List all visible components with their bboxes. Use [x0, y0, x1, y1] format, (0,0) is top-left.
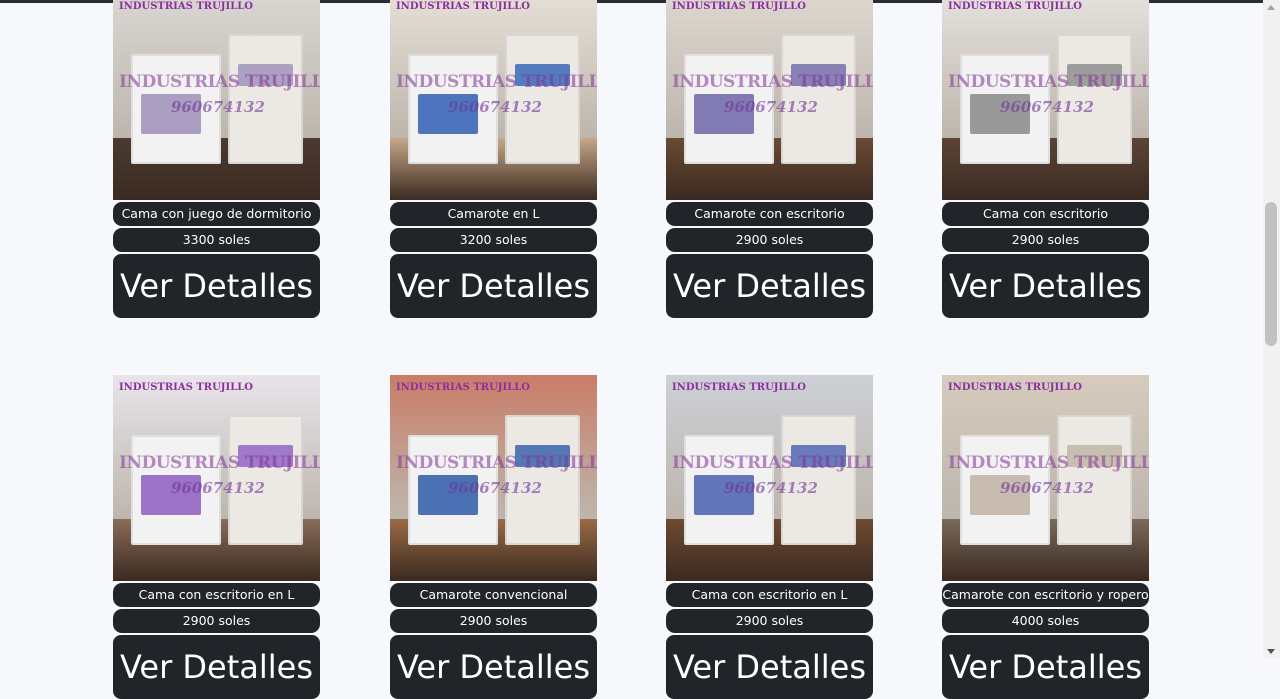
view-details-button[interactable]: Ver Detalles: [666, 254, 873, 318]
product-price: 2900 soles: [390, 609, 597, 633]
watermark-brand-small: INDUSTRIAS TRUJILLO: [119, 382, 253, 393]
product-card: INDUSTRIAS TRUJILLO INDUSTRIAS TRUJILLO …: [113, 0, 320, 318]
product-image[interactable]: INDUSTRIAS TRUJILLO INDUSTRIAS TRUJILLO …: [390, 375, 597, 581]
watermark-brand-small: INDUSTRIAS TRUJILLO: [948, 382, 1082, 393]
product-card: INDUSTRIAS TRUJILLO INDUSTRIAS TRUJILLO …: [666, 0, 873, 318]
product-image[interactable]: INDUSTRIAS TRUJILLO INDUSTRIAS TRUJILLO …: [942, 375, 1149, 581]
product-card: INDUSTRIAS TRUJILLO INDUSTRIAS TRUJILLO …: [390, 375, 597, 699]
product-name: Cama con escritorio: [942, 202, 1149, 226]
product-name: Camarote en L: [390, 202, 597, 226]
watermark-brand-small: INDUSTRIAS TRUJILLO: [948, 1, 1082, 12]
watermark-brand-small: INDUSTRIAS TRUJILLO: [119, 1, 253, 12]
product-card: INDUSTRIAS TRUJILLO INDUSTRIAS TRUJILLO …: [942, 0, 1149, 318]
watermark-brand-small: INDUSTRIAS TRUJILLO: [396, 382, 530, 393]
product-image[interactable]: INDUSTRIAS TRUJILLO INDUSTRIAS TRUJILLO …: [113, 375, 320, 581]
watermark-brand-big: INDUSTRIAS TRUJILLO: [119, 72, 320, 92]
product-image[interactable]: INDUSTRIAS TRUJILLO INDUSTRIAS TRUJILLO …: [113, 0, 320, 200]
watermark-brand-big: INDUSTRIAS TRUJILLO: [948, 453, 1149, 473]
product-price: 2900 soles: [113, 609, 320, 633]
watermark-brand-small: INDUSTRIAS TRUJILLO: [396, 1, 530, 12]
view-details-button[interactable]: Ver Detalles: [390, 254, 597, 318]
product-price: 3300 soles: [113, 228, 320, 252]
watermark-phone: 960674132: [171, 479, 265, 497]
watermark-brand-small: INDUSTRIAS TRUJILLO: [672, 1, 806, 12]
product-name: Camarote convencional: [390, 583, 597, 607]
watermark-phone: 960674132: [1000, 98, 1094, 116]
watermark-phone: 960674132: [1000, 479, 1094, 497]
view-details-button[interactable]: Ver Detalles: [113, 635, 320, 699]
watermark-brand-big: INDUSTRIAS TRUJILLO: [396, 453, 597, 473]
watermark-phone: 960674132: [724, 479, 818, 497]
product-name: Camarote con escritorio: [666, 202, 873, 226]
scroll-up-arrow-icon[interactable]: [1267, 5, 1275, 10]
view-details-button[interactable]: Ver Detalles: [942, 254, 1149, 318]
product-price: 2900 soles: [666, 228, 873, 252]
product-price: 4000 soles: [942, 609, 1149, 633]
product-card: INDUSTRIAS TRUJILLO INDUSTRIAS TRUJILLO …: [390, 0, 597, 318]
watermark-brand-big: INDUSTRIAS TRUJILLO: [948, 72, 1149, 92]
product-image[interactable]: INDUSTRIAS TRUJILLO INDUSTRIAS TRUJILLO …: [666, 0, 873, 200]
watermark-brand-small: INDUSTRIAS TRUJILLO: [672, 382, 806, 393]
scroll-down-arrow-icon[interactable]: [1267, 649, 1275, 654]
watermark-phone: 960674132: [448, 98, 542, 116]
vertical-scrollbar[interactable]: [1263, 0, 1280, 659]
watermark-brand-big: INDUSTRIAS TRUJILLO: [396, 72, 597, 92]
view-details-button[interactable]: Ver Detalles: [390, 635, 597, 699]
watermark-brand-big: INDUSTRIAS TRUJILLO: [119, 453, 320, 473]
product-card: INDUSTRIAS TRUJILLO INDUSTRIAS TRUJILLO …: [666, 375, 873, 699]
watermark-brand-big: INDUSTRIAS TRUJILLO: [672, 453, 873, 473]
product-image[interactable]: INDUSTRIAS TRUJILLO INDUSTRIAS TRUJILLO …: [942, 0, 1149, 200]
product-price: 2900 soles: [666, 609, 873, 633]
product-name: Cama con juego de dormitorio: [113, 202, 320, 226]
view-details-button[interactable]: Ver Detalles: [942, 635, 1149, 699]
view-details-button[interactable]: Ver Detalles: [666, 635, 873, 699]
product-price: 2900 soles: [942, 228, 1149, 252]
product-price: 3200 soles: [390, 228, 597, 252]
watermark-phone: 960674132: [724, 98, 818, 116]
watermark-phone: 960674132: [448, 479, 542, 497]
product-name: Camarote con escritorio y ropero: [942, 583, 1149, 607]
view-details-button[interactable]: Ver Detalles: [113, 254, 320, 318]
product-image[interactable]: INDUSTRIAS TRUJILLO INDUSTRIAS TRUJILLO …: [390, 0, 597, 200]
product-name: Cama con escritorio en L: [666, 583, 873, 607]
product-name: Cama con escritorio en L: [113, 583, 320, 607]
product-card: INDUSTRIAS TRUJILLO INDUSTRIAS TRUJILLO …: [942, 375, 1149, 699]
watermark-phone: 960674132: [171, 98, 265, 116]
product-image[interactable]: INDUSTRIAS TRUJILLO INDUSTRIAS TRUJILLO …: [666, 375, 873, 581]
product-grid: INDUSTRIAS TRUJILLO INDUSTRIAS TRUJILLO …: [0, 0, 1262, 699]
product-card: INDUSTRIAS TRUJILLO INDUSTRIAS TRUJILLO …: [113, 375, 320, 699]
scrollbar-thumb[interactable]: [1265, 202, 1277, 346]
watermark-brand-big: INDUSTRIAS TRUJILLO: [672, 72, 873, 92]
